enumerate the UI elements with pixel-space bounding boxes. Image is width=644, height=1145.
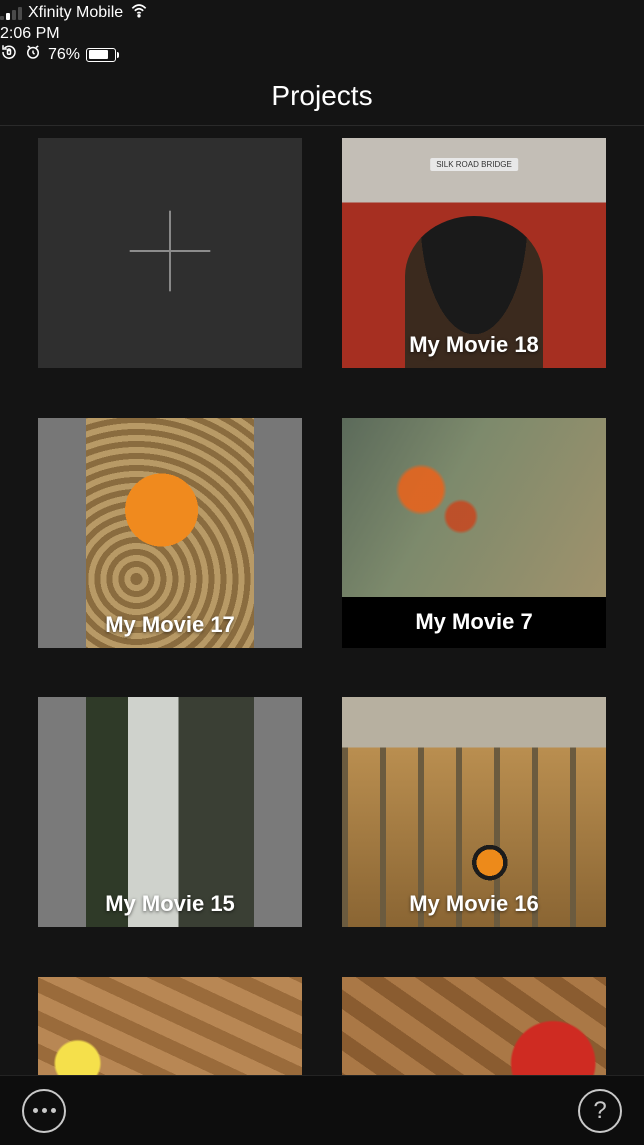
project-tile[interactable]: My Movie 15 [38,697,302,927]
question-icon: ? [593,1097,606,1125]
project-tile[interactable]: SILK ROAD BRIDGE My Movie 18 [342,138,606,368]
project-tile[interactable]: My Movie 7 [342,418,606,648]
project-tile[interactable]: My Movie 17 [38,418,302,648]
battery-percent: 76% [48,46,80,64]
more-options-button[interactable] [22,1089,66,1133]
status-right: 76% [0,43,644,66]
battery-icon [86,48,116,62]
ellipsis-icon [33,1108,56,1113]
carrier-label: Xfinity Mobile [28,4,123,22]
projects-grid: SILK ROAD BRIDGE My Movie 18 My Movie 17… [0,126,644,1101]
status-bar: Xfinity Mobile 2:06 PM 76% [0,0,644,66]
project-title: My Movie 18 [342,332,606,358]
project-title: My Movie 7 [415,597,532,648]
project-title: My Movie 15 [38,891,302,917]
project-tile[interactable]: My Movie 16 [342,697,606,927]
help-button[interactable]: ? [578,1089,622,1133]
wifi-icon [129,0,149,25]
create-project-button[interactable] [38,138,302,368]
orientation-lock-icon [0,43,18,66]
header: Projects [0,66,644,126]
project-thumbnail [342,418,606,597]
status-left: Xfinity Mobile [0,0,644,25]
cellular-signal-icon [0,6,22,20]
alarm-icon [24,43,42,66]
page-title: Projects [271,80,372,112]
bottom-toolbar: ? [0,1075,644,1145]
project-title: My Movie 17 [38,612,302,638]
plus-icon [122,203,218,304]
status-time: 2:06 PM [0,25,644,43]
project-title: My Movie 16 [342,891,606,917]
